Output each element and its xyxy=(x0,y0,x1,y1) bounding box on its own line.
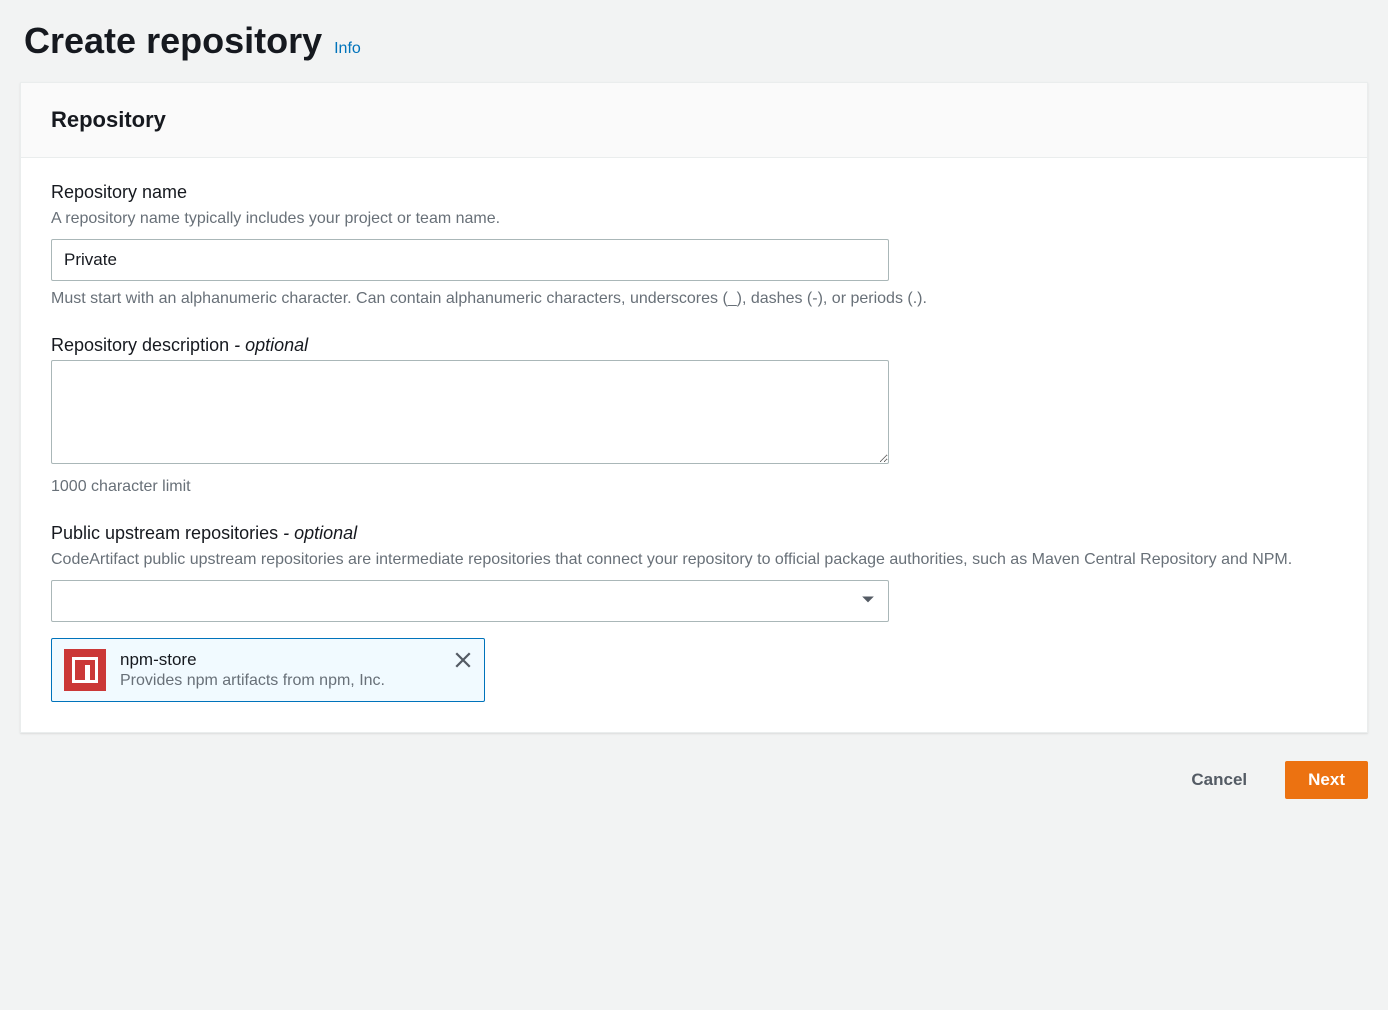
repository-description-label: Repository description - optional xyxy=(51,335,1337,356)
upstream-label: Public upstream repositories - optional xyxy=(51,523,1337,544)
optional-suffix: - optional xyxy=(278,523,357,543)
panel-title: Repository xyxy=(51,107,1337,133)
repository-description-helper: 1000 character limit xyxy=(51,475,1337,499)
next-button[interactable]: Next xyxy=(1285,761,1368,799)
close-icon xyxy=(454,651,472,669)
footer-actions: Cancel Next xyxy=(20,757,1368,803)
page-title: Create repository xyxy=(24,20,322,62)
repository-description-label-text: Repository description xyxy=(51,335,229,355)
info-link[interactable]: Info xyxy=(334,40,361,58)
upstream-label-text: Public upstream repositories xyxy=(51,523,278,543)
upstream-select-wrapper xyxy=(51,580,889,622)
upstream-token-npm-store: npm-store Provides npm artifacts from np… xyxy=(51,638,485,702)
repository-description-group: Repository description - optional 1000 c… xyxy=(51,335,1337,499)
upstream-hint: CodeArtifact public upstream repositorie… xyxy=(51,548,1337,572)
repository-name-group: Repository name A repository name typica… xyxy=(51,182,1337,311)
repository-panel: Repository Repository name A repository … xyxy=(20,82,1368,733)
upstream-group: Public upstream repositories - optional … xyxy=(51,523,1337,702)
page-header: Create repository Info xyxy=(24,20,1368,62)
repository-name-input[interactable] xyxy=(51,239,889,281)
panel-header: Repository xyxy=(21,83,1367,158)
token-title: npm-store xyxy=(120,650,472,670)
repository-name-hint: A repository name typically includes you… xyxy=(51,207,1337,231)
repository-name-helper: Must start with an alphanumeric characte… xyxy=(51,287,1337,311)
repository-description-input[interactable] xyxy=(51,360,889,464)
token-remove-button[interactable] xyxy=(452,649,474,671)
npm-icon xyxy=(64,649,106,691)
optional-suffix: - optional xyxy=(229,335,308,355)
token-content: npm-store Provides npm artifacts from np… xyxy=(120,650,472,690)
panel-body: Repository name A repository name typica… xyxy=(21,158,1367,732)
upstream-select[interactable] xyxy=(51,580,889,622)
repository-name-label: Repository name xyxy=(51,182,1337,203)
cancel-button[interactable]: Cancel xyxy=(1169,762,1269,798)
token-description: Provides npm artifacts from npm, Inc. xyxy=(120,672,472,690)
